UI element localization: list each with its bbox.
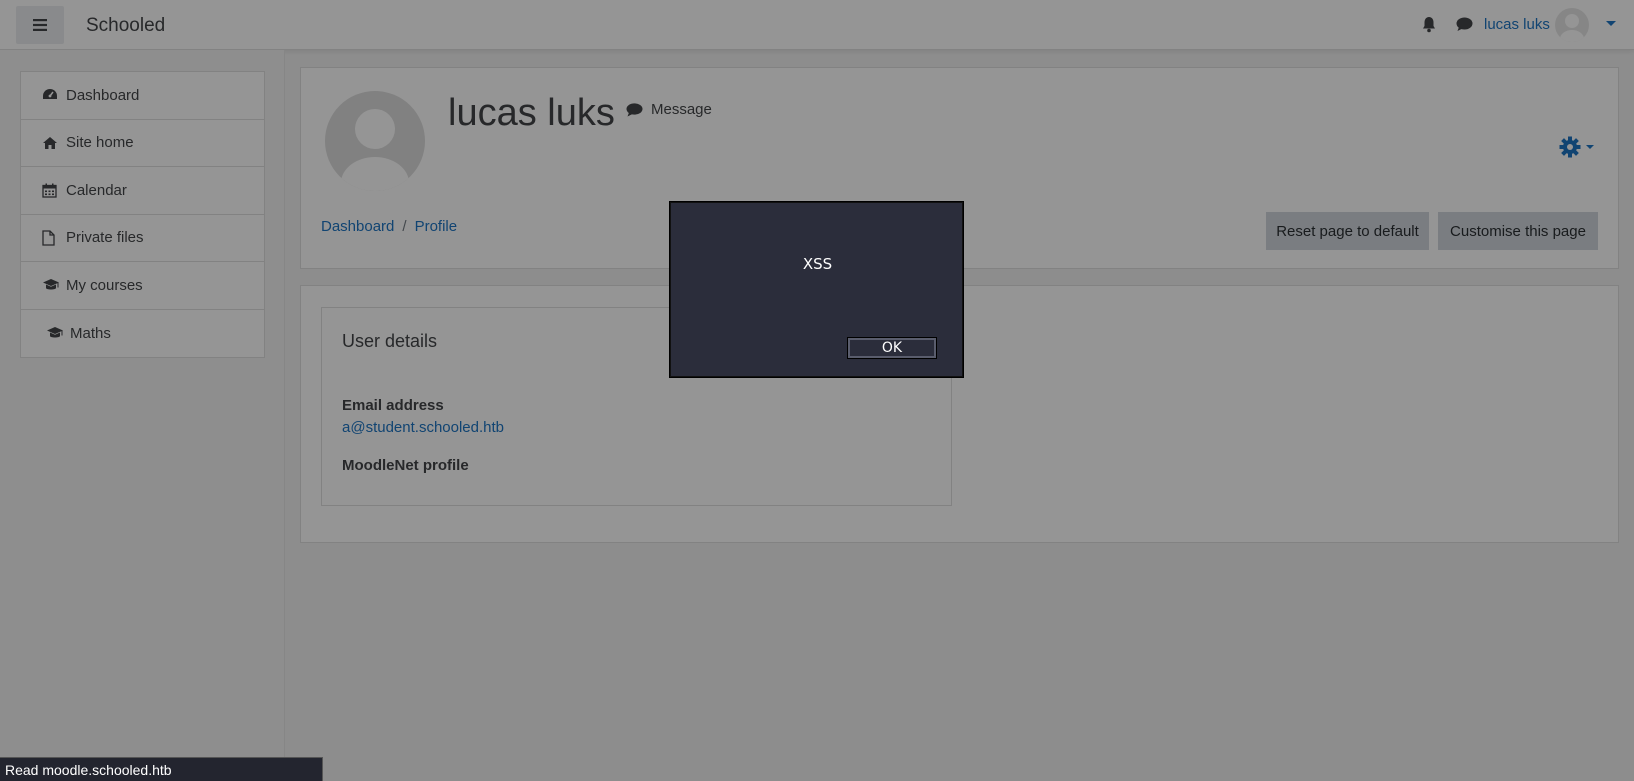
modal-overlay: [0, 0, 1634, 781]
alert-dialog: XSS OK: [670, 202, 963, 377]
ok-button[interactable]: OK: [847, 337, 937, 359]
alert-message: XSS: [802, 255, 833, 273]
browser-status-bar: Read moodle.schooled.htb: [0, 757, 323, 781]
